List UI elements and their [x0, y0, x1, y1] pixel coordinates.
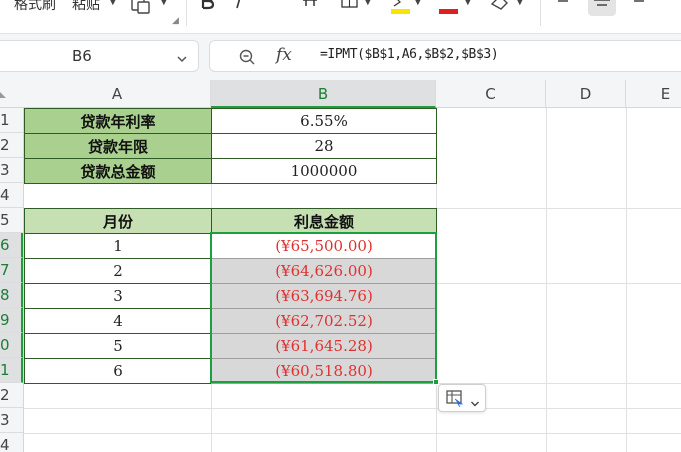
row-header-bar: 1 2 3 4 5 6 7 8 9 0 1 2 3 4 [0, 108, 24, 452]
cell-b6[interactable]: (¥65,500.00) [211, 233, 437, 259]
column-header-b[interactable]: B [211, 80, 436, 108]
row-header-13[interactable]: 3 [0, 408, 23, 433]
gridline [626, 108, 627, 452]
fill-handle[interactable] [433, 379, 439, 385]
formula-text: =IPMT($B$1,A6,$B$2,$B$3) [320, 47, 499, 62]
quick-analysis-button[interactable] [438, 384, 486, 412]
fill-color-icon[interactable] [390, 0, 412, 20]
cell-a11[interactable]: 6 [24, 358, 212, 384]
formula-input[interactable]: fx =IPMT($B$1,A6,$B$2,$B$3) [209, 40, 681, 72]
row-header-7[interactable]: 7 [0, 258, 23, 283]
spreadsheet-grid[interactable]: A B C D E 1 2 3 4 5 6 7 8 9 0 1 2 3 4 贷款… [0, 80, 681, 452]
cell-b7[interactable]: (¥64,626.00) [211, 258, 437, 284]
cell-a9[interactable]: 4 [24, 308, 212, 334]
borders-icon[interactable] [340, 0, 360, 20]
cell-b11[interactable]: (¥60,518.80) [211, 358, 437, 384]
cell-b2[interactable]: 28 [211, 133, 437, 159]
row-header-3[interactable]: 3 [0, 158, 23, 183]
select-all-corner[interactable] [0, 92, 6, 98]
name-box[interactable]: B6 [0, 40, 199, 72]
row-header-8[interactable]: 8 [0, 283, 23, 308]
row-header-12[interactable]: 2 [0, 383, 23, 408]
cell-a8[interactable]: 3 [24, 283, 212, 309]
chevron-down-icon[interactable]: ▼ [364, 0, 372, 7]
column-header-d[interactable]: D [546, 80, 626, 108]
chevron-down-icon[interactable]: ▼ [464, 0, 472, 7]
chevron-down-icon[interactable] [470, 394, 480, 413]
gridline [24, 408, 681, 409]
align-center-icon[interactable] [588, 0, 616, 16]
cell-b5[interactable]: 利息金额 [211, 208, 437, 234]
italic-icon[interactable] [232, 0, 248, 20]
gridline [24, 433, 681, 434]
clear-format-icon[interactable] [488, 0, 512, 20]
cell-b8[interactable]: (¥63,694.76) [211, 283, 437, 309]
bold-icon[interactable] [200, 0, 216, 20]
insert-function-button[interactable]: fx [276, 45, 292, 65]
row-header-9[interactable]: 9 [0, 308, 23, 333]
row-header-14[interactable]: 4 [0, 433, 23, 452]
cell-b1[interactable]: 6.55% [211, 108, 437, 134]
row-header-6[interactable]: 6 [0, 233, 23, 258]
cell-a7[interactable]: 2 [24, 258, 212, 284]
gridline [546, 108, 547, 452]
cell-a5[interactable]: 月份 [24, 208, 212, 234]
paste-icon[interactable] [130, 0, 156, 20]
column-header-e[interactable]: E [626, 80, 681, 108]
chevron-down-icon[interactable]: ▼ [414, 0, 422, 7]
ribbon-toolbar: 格式刷 粘贴 ▼ ▼ ◢ ▼ ▼ ▼ ▼ [0, 0, 681, 34]
formula-bar-area: B6 fx =IPMT($B$1,A6,$B$2,$B$3) [0, 34, 681, 80]
ribbon-separator [186, 0, 187, 26]
strikethrough-icon[interactable] [300, 0, 320, 20]
row-header-10[interactable]: 0 [0, 333, 23, 358]
paste-button[interactable]: 粘贴 [72, 0, 100, 14]
row-header-4[interactable]: 4 [0, 183, 23, 208]
cell-a3[interactable]: 贷款总金额 [24, 158, 212, 184]
row-header-1[interactable]: 1 [0, 108, 23, 133]
row-header-5[interactable]: 5 [0, 208, 23, 233]
cell-b10[interactable]: (¥61,645.28) [211, 333, 437, 359]
column-header-a[interactable]: A [24, 80, 211, 108]
zoom-icon[interactable] [238, 48, 256, 70]
align-right-icon[interactable] [626, 0, 646, 20]
cell-a2[interactable]: 贷款年限 [24, 133, 212, 159]
column-header-c[interactable]: C [436, 80, 546, 108]
cell-a10[interactable]: 5 [24, 333, 212, 359]
dialog-launcher-icon[interactable]: ◢ [172, 16, 179, 26]
row-header-2[interactable]: 2 [0, 133, 23, 158]
quick-analysis-icon [446, 390, 464, 411]
column-header-bar: A B C D E [0, 80, 681, 108]
row-header-11[interactable]: 1 [0, 358, 23, 383]
chevron-down-icon[interactable] [176, 50, 188, 69]
format-painter-button[interactable]: 格式刷 [14, 0, 56, 14]
chevron-down-icon[interactable]: ▼ [516, 0, 524, 7]
ribbon-separator [540, 0, 541, 26]
cell-a6[interactable]: 1 [24, 233, 212, 259]
align-left-icon[interactable] [556, 0, 576, 20]
chevron-down-icon[interactable]: ▼ [160, 0, 168, 7]
cell-a1[interactable]: 贷款年利率 [24, 108, 212, 134]
cell-b3[interactable]: 1000000 [211, 158, 437, 184]
chevron-down-icon[interactable]: ▼ [109, 0, 117, 7]
name-box-value: B6 [72, 47, 92, 65]
font-color-icon[interactable] [438, 0, 460, 20]
cell-b9[interactable]: (¥62,702.52) [211, 308, 437, 334]
